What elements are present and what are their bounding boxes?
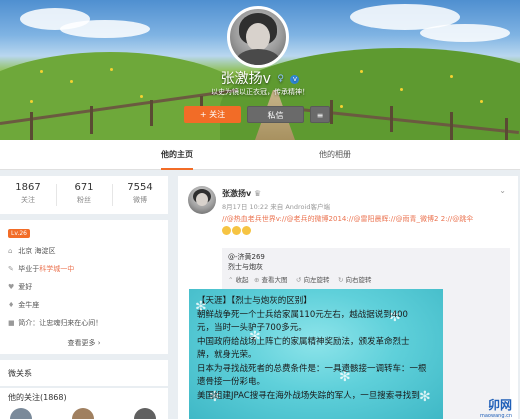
- watermark-sub: maowang.cn: [480, 413, 512, 419]
- chevron-down-icon[interactable]: ⌄: [499, 186, 506, 195]
- repost-text: 烈士与炮灰: [228, 263, 263, 271]
- profile-name: 张激扬v ♀ v: [170, 68, 350, 88]
- post-author[interactable]: 张激扬v ♛: [222, 188, 261, 199]
- emoji-icon: [232, 225, 241, 235]
- image-line: 【天涯】【烈士与炮灰的区别】: [197, 296, 312, 306]
- stat-fans-label: 粉丝: [77, 196, 91, 204]
- gender-icon: ♀: [277, 74, 284, 84]
- repost-user[interactable]: @-济黄269: [228, 252, 265, 262]
- tag-row-1: ♥ 爱好: [8, 280, 32, 294]
- image-line: 元，当时一头驴子700多元。: [197, 323, 307, 333]
- stat-following-label: 关注: [21, 196, 35, 204]
- watermark-text: 卯网: [487, 398, 512, 412]
- following-title[interactable]: 他的关注(1868): [8, 392, 67, 403]
- following-avatar[interactable]: [72, 408, 94, 419]
- rotate-left-button[interactable]: ↺ 向左旋转: [296, 275, 329, 286]
- intro-text: 让忠魂归来在心间！: [39, 319, 103, 327]
- stat-fans[interactable]: 671 粉丝: [56, 182, 112, 205]
- emoji-icon: [222, 225, 231, 235]
- rotate-right-button[interactable]: ↻ 向右旋转: [338, 275, 371, 286]
- school-link[interactable]: 科学城一中: [39, 265, 74, 273]
- tag-icon: ♥: [8, 283, 15, 291]
- view-large-button[interactable]: ⊕ 查看大图: [254, 275, 287, 286]
- profile-intro: 以史为镜以正衣冠，传承精神！: [211, 88, 309, 96]
- site-watermark: 卯网 maowang.cn: [446, 395, 516, 419]
- image-line: 遗骨接一份彩电。: [197, 377, 266, 387]
- location-row: ⌂ 北京 海淀区: [8, 244, 55, 258]
- profile-banner: 张激扬v ♀ v 以史为镜以正衣冠，传承精神！ + 关注 私信 ≡: [0, 0, 520, 140]
- stat-posts-count: 7554: [127, 182, 153, 193]
- image-line: 朝鲜战争死一个士兵给家属110元左右，越战据说到400: [197, 309, 408, 320]
- collapse-button[interactable]: ⌃ 收起: [228, 275, 248, 286]
- image-line: 日本为寻找战死者的总费条件是：一具遗骸接一调转车：一根: [197, 363, 427, 374]
- more-menu-button[interactable]: ≡: [310, 106, 330, 123]
- relations-title: 微关系: [8, 369, 32, 378]
- birthday-icon: ♦: [8, 301, 15, 309]
- rotate-left-icon: ↺: [296, 276, 302, 284]
- following-avatar[interactable]: [134, 408, 156, 419]
- message-button[interactable]: 私信: [247, 106, 304, 123]
- school-prefix: 毕业于: [18, 265, 40, 273]
- collapse-label: 收起: [235, 276, 249, 284]
- profile-stats: 1867 关注 671 粉丝 7554 微博: [0, 176, 168, 214]
- stat-following-count: 1867: [15, 182, 41, 193]
- school-icon: ✎: [8, 265, 14, 273]
- intro-row: ■ 简介：让忠魂归来在心间！: [8, 316, 102, 330]
- relations-module: 微关系: [0, 360, 168, 386]
- profile-tabbar: 他的主页 他的相册: [0, 140, 520, 170]
- post-text-content[interactable]: //@热血老兵世界v://@老兵的微博2014://@雷阳晨辉://@雨青_微博…: [222, 215, 473, 223]
- collapse-icon: ⌃: [228, 276, 234, 284]
- member-icon: ♛: [254, 189, 262, 198]
- tag-text-1: 爱好: [18, 283, 33, 291]
- post-author-name: 张激扬v: [222, 189, 252, 198]
- follow-button[interactable]: + 关注: [184, 106, 241, 123]
- stat-posts-label: 微博: [133, 196, 147, 204]
- image-line: 牌，就身光荣。: [197, 350, 257, 360]
- stat-fans-count: 671: [74, 182, 94, 193]
- view-large-label: 查看大图: [261, 276, 288, 284]
- tag-text-2: 金牛座: [18, 301, 40, 309]
- image-line: 美国组建JPAC搜寻在海外战场失踪的军人，一旦搜索寻找到: [197, 390, 420, 401]
- stat-following[interactable]: 1867 关注: [0, 182, 56, 205]
- tab-home[interactable]: 他的主页: [147, 140, 207, 170]
- feed-card: 张激扬v ♛ 8月17日 10:22 来自 Android客户端 ⌄ //@热血…: [178, 176, 518, 419]
- emoji-icon: [242, 225, 251, 235]
- image-line: 中国政府给战场上阵亡的家属精神奖励法，颁发革命烈士: [197, 336, 410, 347]
- school-row: ✎ 毕业于科学城一中: [8, 262, 74, 276]
- post-avatar[interactable]: [188, 186, 216, 214]
- tag-row-2: ♦ 金牛座: [8, 298, 39, 312]
- stat-posts[interactable]: 7554 微博: [112, 182, 168, 205]
- intro-prefix: 简介：: [18, 319, 40, 327]
- location-icon: ⌂: [8, 247, 13, 255]
- rotate-left-label: 向左旋转: [303, 276, 330, 284]
- zoom-icon: ⊕: [254, 276, 260, 284]
- info-more-link[interactable]: 查看更多 ›: [0, 338, 168, 348]
- post-image-text: 【天涯】【烈士与炮灰的区别】 朝鲜战争死一个士兵给家属110元左右，越战据说到4…: [197, 295, 441, 403]
- menu-icon: ≡: [316, 111, 324, 120]
- level-row: Lv.26: [8, 226, 30, 240]
- following-avatar[interactable]: [10, 408, 32, 419]
- profile-name-text: 张激扬v: [220, 71, 271, 87]
- level-badge[interactable]: Lv.26: [8, 229, 30, 238]
- profile-info: Lv.26 ⌂ 北京 海淀区 ✎ 毕业于科学城一中 ♥ 爱好 ♦ 金牛座 ■ 简…: [0, 220, 168, 354]
- post-meta: 8月17日 10:22 来自 Android客户端: [222, 203, 330, 211]
- following-module: 他的关注(1868): [0, 388, 168, 419]
- rotate-right-label: 向右旋转: [345, 276, 372, 284]
- post-image[interactable]: ✻ ✻ ✻ ✻ ✻ ✻ 【天涯】【烈士与炮灰的区别】 朝鲜战争死一个士兵给家属1…: [189, 289, 443, 419]
- verified-icon: v: [290, 74, 300, 84]
- intro-icon: ■: [8, 319, 15, 327]
- tab-album[interactable]: 他的相册: [300, 140, 370, 170]
- post-text: //@热血老兵世界v://@老兵的微博2014://@雷阳晨辉://@雨青_微博…: [222, 214, 512, 236]
- profile-avatar[interactable]: [227, 6, 289, 68]
- rotate-right-icon: ↻: [338, 276, 344, 284]
- location-text: 北京 海淀区: [18, 247, 56, 255]
